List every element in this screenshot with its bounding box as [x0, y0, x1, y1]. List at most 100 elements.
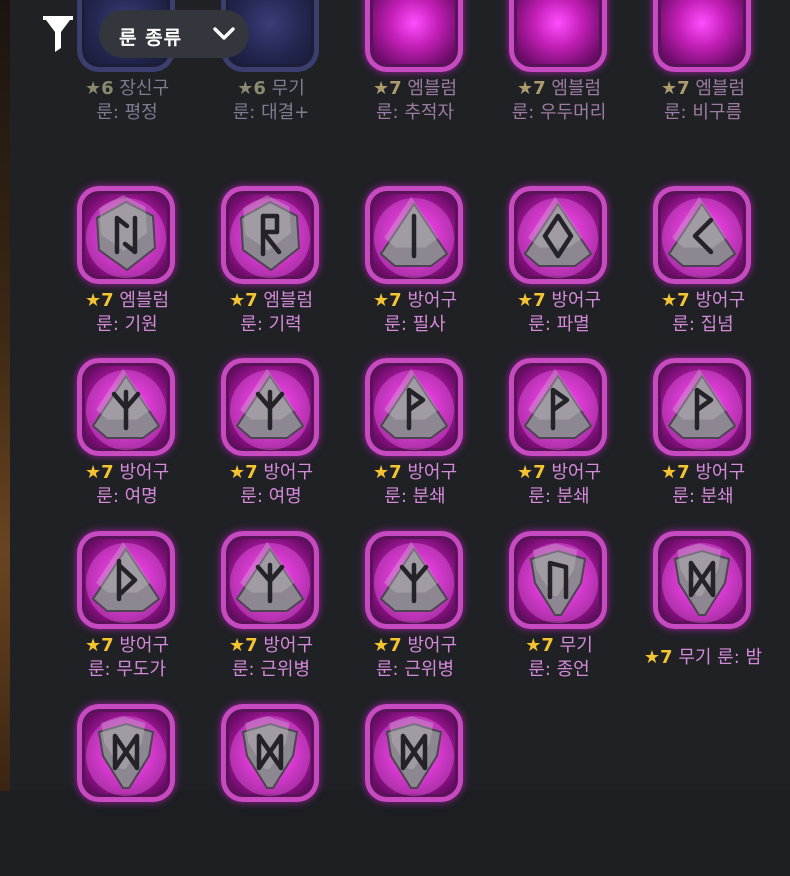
rune-item[interactable]: ★7 방어구 룬: 필사	[343, 186, 487, 358]
star-grade: ★6	[237, 78, 266, 99]
rune-type: 방어구	[401, 635, 458, 656]
rune-type: 무기	[265, 78, 305, 99]
rune-type: 엠블럼	[545, 78, 602, 99]
rune-type: 방어구	[257, 462, 314, 483]
star-grade: ★7	[660, 78, 690, 99]
rune-icon	[653, 186, 751, 284]
rune-name: 룬: 대결+	[232, 102, 310, 123]
star-grade: ★7	[84, 290, 114, 311]
rune-grade-type: ★7 방어구	[199, 462, 343, 484]
star-grade: ★7	[228, 290, 258, 311]
rune-name: 룬: 필사	[384, 314, 446, 335]
rune-grade-type: ★6 무기	[199, 78, 343, 100]
rune-name: 룬: 근위병	[375, 659, 455, 680]
star-grade: ★7	[372, 635, 402, 656]
rune-grade-type: ★7 방어구	[631, 290, 775, 312]
rune-grade-type: ★7 엠블럼	[487, 78, 631, 100]
rune-item[interactable]: ★7 방어구 룬: 여명	[199, 358, 343, 530]
rune-item[interactable]	[55, 704, 199, 876]
rune-type: 방어구	[257, 635, 314, 656]
chevron-down-icon	[212, 26, 236, 42]
rune-name: 룬: 분쇄	[384, 486, 446, 507]
rune-item[interactable]: ★7 방어구 룬: 분쇄	[631, 358, 775, 530]
rune-type: 무기 룬: 밤	[672, 647, 763, 668]
star-grade: ★7	[643, 647, 673, 668]
rune-type-dropdown-label: 룬 종류	[119, 27, 183, 49]
rune-icon	[365, 186, 463, 284]
rune-name: 룬: 비구름	[663, 102, 743, 123]
rune-item[interactable]: ★7 방어구 룬: 근위병	[199, 531, 343, 703]
rune-type: 엠블럼	[257, 290, 314, 311]
star-grade: ★7	[372, 290, 402, 311]
star-grade: ★7	[84, 462, 114, 483]
rune-name: 룬: 우두머리	[511, 102, 607, 123]
rune-icon	[365, 358, 463, 456]
rune-item[interactable]: ★7 방어구 룬: 분쇄	[487, 358, 631, 530]
rune-grade-type: ★7 방어구	[487, 462, 631, 484]
rune-name: 룬: 추적자	[375, 102, 455, 123]
rune-item[interactable]: ★7 무기 룬: 종언	[487, 531, 631, 703]
rune-type: 장신구	[113, 78, 170, 99]
rune-item[interactable]: ★7 방어구룬: 근위병	[343, 531, 487, 703]
rune-icon	[653, 531, 751, 629]
filter-icon[interactable]	[42, 14, 74, 52]
rune-icon	[77, 358, 175, 456]
star-grade: ★7	[516, 290, 546, 311]
star-grade: ★7	[372, 462, 402, 483]
rune-type: 방어구	[401, 462, 458, 483]
rune-grade-type: ★7 방어구	[631, 462, 775, 484]
rune-type: 방어구	[689, 462, 746, 483]
rune-type: 방어구	[689, 290, 746, 311]
rune-type: 방어구	[113, 462, 170, 483]
rune-icon	[221, 358, 319, 456]
rune-name: 룬: 분쇄	[672, 486, 734, 507]
rune-icon	[365, 704, 463, 802]
rune-item[interactable]: ★7 무기 룬: 밤	[631, 531, 775, 703]
rune-icon	[77, 531, 175, 629]
rune-icon	[77, 704, 175, 802]
rune-icon	[653, 358, 751, 456]
star-grade: ★7	[516, 78, 546, 99]
rune-item[interactable]: ★7 방어구 룬: 파멸	[487, 186, 631, 358]
rune-type-dropdown[interactable]: 룬 종류	[99, 10, 249, 58]
rune-item[interactable]	[199, 704, 343, 876]
rune-grade-type: ★7 엠블럼	[343, 78, 487, 100]
rune-item[interactable]: ★7 방어구 룬: 분쇄	[343, 358, 487, 530]
rune-grade-type: ★7 방어구	[343, 290, 487, 312]
rune-grade-type: ★7 방어구	[343, 462, 487, 484]
rune-icon	[509, 186, 607, 284]
star-grade: ★7	[660, 290, 690, 311]
rune-type: 방어구	[113, 635, 170, 656]
rune-name: 룬: 근위병	[231, 659, 311, 680]
rune-name: 룬: 여명	[96, 486, 158, 507]
rune-item[interactable]: ★7 엠블럼 룬: 기원	[55, 186, 199, 358]
rune-grade-type: ★7 방어구	[487, 290, 631, 312]
star-grade: ★7	[516, 462, 546, 483]
star-grade: ★7	[525, 635, 554, 656]
rune-name: 룬: 분쇄	[528, 486, 590, 507]
rune-icon	[365, 531, 463, 629]
star-grade: ★7	[228, 462, 258, 483]
rune-icon	[221, 531, 319, 629]
rune-item[interactable]	[343, 704, 487, 876]
rune-icon	[221, 704, 319, 802]
rune-grade-type: ★7 방어구	[55, 635, 199, 657]
rune-item[interactable]: ★7 방어구룬: 여명	[55, 358, 199, 530]
rune-icon	[509, 358, 607, 456]
rune-type: 방어구	[401, 290, 458, 311]
star-grade: ★7	[660, 462, 690, 483]
rune-type: 엠블럼	[401, 78, 458, 99]
rune-grade-type: ★7 엠블럼	[631, 78, 775, 100]
rune-name: 룬: 여명	[240, 486, 302, 507]
rune-item[interactable]: ★7 엠블럼 룬: 기력	[199, 186, 343, 358]
rune-name: 룬: 무도가	[87, 659, 167, 680]
rune-type: 방어구	[545, 462, 602, 483]
rune-type: 방어구	[545, 290, 602, 311]
rune-item[interactable]: ★7 방어구 룬: 무도가	[55, 531, 199, 703]
rune-name: 룬: 파멸	[528, 314, 590, 335]
star-grade: ★7	[84, 635, 114, 656]
rune-icon	[221, 186, 319, 284]
star-grade: ★7	[372, 78, 402, 99]
rune-type: 엠블럼	[689, 78, 746, 99]
rune-item[interactable]: ★7 방어구 룬: 집념	[631, 186, 775, 358]
